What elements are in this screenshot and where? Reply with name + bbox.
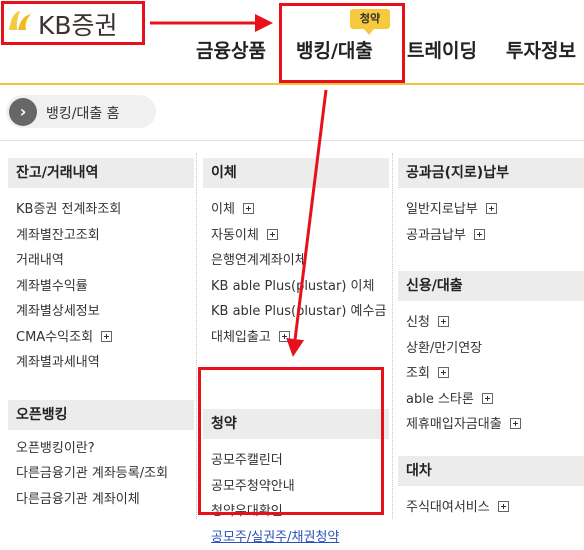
arrow-nav-to-subscription [294,90,326,348]
annotation-arrows [0,0,584,519]
menu-item[interactable]: 공모주/실권주/채권청약 [203,525,389,550]
